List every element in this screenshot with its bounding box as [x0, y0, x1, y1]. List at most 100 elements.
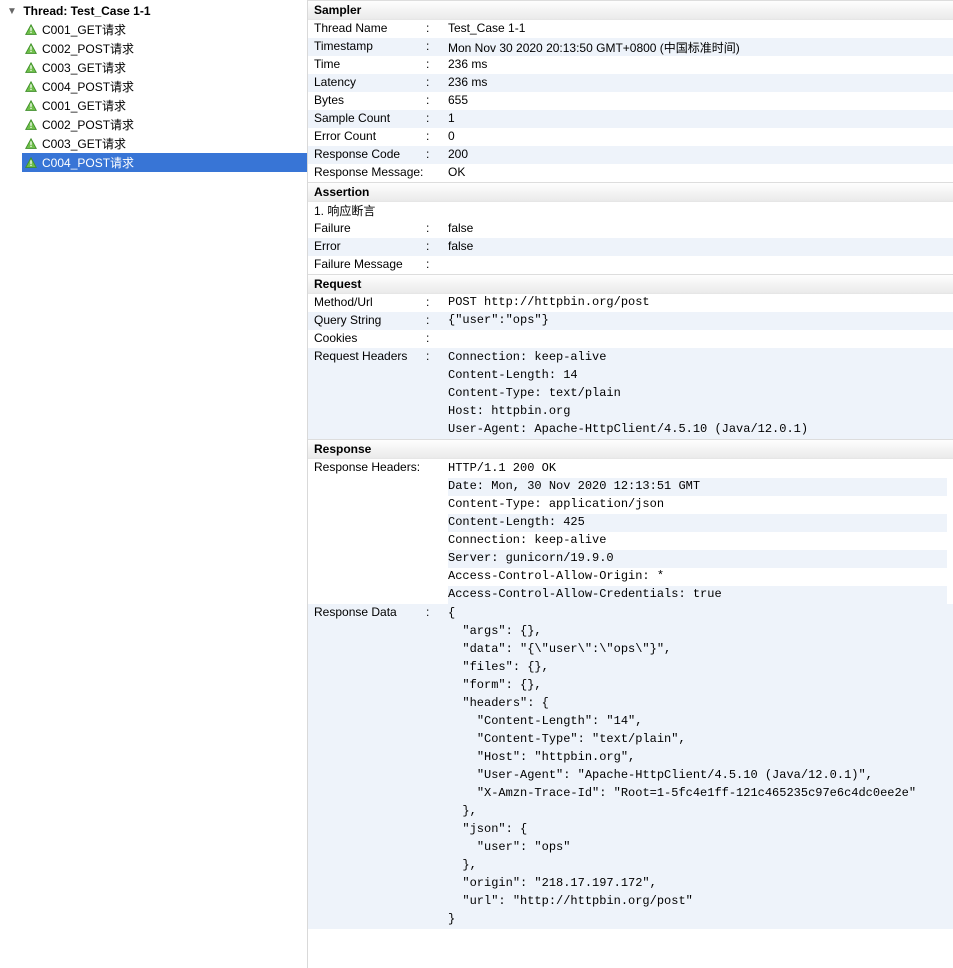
tree-root[interactable]: ▼ Thread: Test_Case 1-1 — [0, 2, 307, 20]
row-colon: : — [426, 330, 448, 345]
tree-items: C001_GET请求C002_POST请求C003_GET请求C004_POST… — [0, 20, 307, 172]
row-colon: : — [426, 38, 448, 53]
success-icon — [24, 80, 38, 94]
row-value: OK — [448, 164, 947, 179]
assertion-title: 1. 响应断言 — [308, 202, 953, 220]
tree-item[interactable]: C003_GET请求 — [22, 134, 307, 153]
row-value-line: Content-Type: application/json — [448, 496, 947, 514]
row-value: 1 — [448, 110, 947, 125]
row-key: Latency — [314, 74, 426, 89]
tree-item[interactable]: C002_POST请求 — [22, 39, 307, 58]
thread-label: Thread: Test_Case 1-1 — [23, 2, 150, 20]
detail-row: Thread Name:Test_Case 1-1 — [308, 20, 953, 38]
row-value: Mon Nov 30 2020 20:13:50 GMT+0800 (中国标准时… — [448, 38, 947, 56]
row-value-line: Server: gunicorn/19.9.0 — [448, 550, 947, 568]
row-value-line: HTTP/1.1 200 OK — [448, 460, 947, 478]
row-value-line: "Content-Type": "text/plain", — [448, 731, 947, 749]
row-value — [448, 330, 947, 331]
detail-row: Response Message: OK — [308, 164, 953, 182]
row-value-line: }, — [448, 857, 947, 875]
row-value-line: "json": { — [448, 821, 947, 839]
row-colon: : — [426, 128, 448, 143]
tree-item-label: C004_POST请求 — [42, 154, 134, 171]
row-value-line: "files": {}, — [448, 659, 947, 677]
detail-row: Response Code:200 — [308, 146, 953, 164]
tree-item[interactable]: C004_POST请求 — [22, 153, 307, 172]
row-value-line: "Host": "httpbin.org", — [448, 749, 947, 767]
collapse-icon[interactable]: ▼ — [6, 6, 18, 17]
row-colon: : — [426, 604, 448, 619]
row-key: Response Headers: — [314, 459, 426, 474]
row-value: 200 — [448, 146, 947, 161]
row-value-line: "X-Amzn-Trace-Id": "Root=1-5fc4e1ff-121c… — [448, 785, 947, 803]
detail-row: Failure Message: — [308, 256, 953, 274]
detail-row: Response Headers: HTTP/1.1 200 OKDate: Mo… — [308, 459, 953, 604]
detail-row: Request Headers:Connection: keep-aliveCo… — [308, 348, 953, 439]
success-icon — [24, 156, 38, 170]
section-header-response: Response — [308, 439, 953, 459]
row-value-line: "form": {}, — [448, 677, 947, 695]
row-colon: : — [426, 238, 448, 253]
row-value-line: }, — [448, 803, 947, 821]
row-key: Response Code — [314, 146, 426, 161]
row-key: Request Headers — [314, 348, 426, 363]
tree-item[interactable]: C001_GET请求 — [22, 20, 307, 39]
tree-item-label: C003_GET请求 — [42, 59, 126, 76]
row-value-line: "origin": "218.17.197.172", — [448, 875, 947, 893]
row-colon: : — [426, 92, 448, 107]
row-colon: : — [426, 20, 448, 35]
row-key: Response Message: — [314, 164, 426, 179]
row-value-line: User-Agent: Apache-HttpClient/4.5.10 (Ja… — [448, 421, 947, 439]
row-value-line: Connection: keep-alive — [448, 532, 947, 550]
detail-row: Cookies: — [308, 330, 953, 348]
row-key: Bytes — [314, 92, 426, 107]
tree-item[interactable]: C001_GET请求 — [22, 96, 307, 115]
section-header-assertion: Assertion — [308, 182, 953, 202]
row-value: Test_Case 1-1 — [448, 20, 947, 35]
detail-row: Time:236 ms — [308, 56, 953, 74]
tree-item-label: C004_POST请求 — [42, 78, 134, 95]
row-colon: : — [426, 110, 448, 125]
detail-row: Error:false — [308, 238, 953, 256]
row-colon: : — [426, 146, 448, 161]
tree-item-label: C001_GET请求 — [42, 97, 126, 114]
row-value-line: "args": {}, — [448, 623, 947, 641]
section-header-sampler: Sampler — [308, 0, 953, 20]
tree-item[interactable]: C004_POST请求 — [22, 77, 307, 96]
row-value: HTTP/1.1 200 OKDate: Mon, 30 Nov 2020 12… — [448, 459, 947, 604]
tree-item[interactable]: C002_POST请求 — [22, 115, 307, 134]
detail-panel: Sampler Thread Name:Test_Case 1-1Timesta… — [308, 0, 953, 968]
row-value-line: Access-Control-Allow-Origin: * — [448, 568, 947, 586]
row-colon: : — [426, 312, 448, 327]
row-key: Response Data — [314, 604, 426, 619]
row-value: Connection: keep-aliveContent-Length: 14… — [448, 348, 947, 439]
row-key: Method/Url — [314, 294, 426, 309]
rows-assertion: Failure:falseError:falseFailure Message: — [308, 220, 953, 274]
row-value: 0 — [448, 128, 947, 143]
row-key: Error Count — [314, 128, 426, 143]
row-colon — [426, 459, 448, 460]
detail-row: Query String:{"user":"ops"} — [308, 312, 953, 330]
detail-row: Failure:false — [308, 220, 953, 238]
row-value-line: Date: Mon, 30 Nov 2020 12:13:51 GMT — [448, 478, 947, 496]
row-value — [448, 256, 947, 257]
detail-row: Latency:236 ms — [308, 74, 953, 92]
rows-request: Method/Url:POST http://httpbin.org/postQ… — [308, 294, 953, 439]
detail-row: Method/Url:POST http://httpbin.org/post — [308, 294, 953, 312]
rows-response: Response Headers: HTTP/1.1 200 OKDate: Mo… — [308, 459, 953, 929]
tree-item[interactable]: C003_GET请求 — [22, 58, 307, 77]
row-colon: : — [426, 348, 448, 363]
detail-row: Timestamp:Mon Nov 30 2020 20:13:50 GMT+0… — [308, 38, 953, 56]
success-icon — [24, 23, 38, 37]
detail-row: Error Count:0 — [308, 128, 953, 146]
row-value-line: { — [448, 605, 947, 623]
row-value-line: "headers": { — [448, 695, 947, 713]
tree-item-label: C002_POST请求 — [42, 40, 134, 57]
row-value-line: Content-Length: 14 — [448, 367, 947, 385]
detail-row: Sample Count:1 — [308, 110, 953, 128]
row-key: Error — [314, 238, 426, 253]
row-key: Failure Message — [314, 256, 426, 271]
row-value-line: "User-Agent": "Apache-HttpClient/4.5.10 … — [448, 767, 947, 785]
row-value: false — [448, 220, 947, 235]
tree-item-label: C001_GET请求 — [42, 21, 126, 38]
